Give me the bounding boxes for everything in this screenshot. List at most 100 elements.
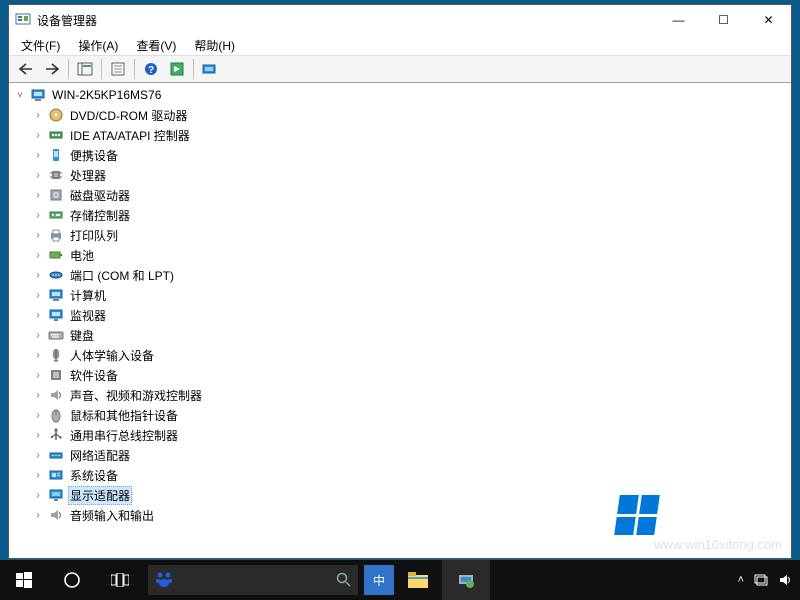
system-icon (48, 467, 64, 483)
expand-icon[interactable]: › (31, 168, 45, 182)
expand-icon[interactable]: › (31, 468, 45, 482)
expand-icon[interactable]: › (31, 408, 45, 422)
usb-icon (48, 427, 64, 443)
toolbar-separator (134, 59, 135, 79)
node-label: 磁盘驱动器 (68, 186, 132, 205)
tree-node[interactable]: ›网络适配器 (31, 445, 791, 465)
computer-icon (30, 87, 46, 103)
expand-icon[interactable]: › (31, 128, 45, 142)
root-label: WIN-2K5KP16MS76 (50, 87, 163, 103)
tree-node[interactable]: › 声音、视频和游戏控制器 (31, 385, 791, 405)
toolbar: ? (9, 55, 791, 83)
minimize-button[interactable]: — (656, 5, 701, 35)
node-label: 键盘 (68, 326, 96, 345)
tree-node[interactable]: ›软件设备 (31, 365, 791, 385)
file-explorer-taskbar-button[interactable] (394, 560, 442, 600)
system-tray[interactable]: ˄ (738, 573, 800, 587)
menu-help[interactable]: 帮助(H) (186, 35, 243, 56)
menu-action[interactable]: 操作(A) (70, 35, 126, 56)
menu-file[interactable]: 文件(F) (13, 35, 68, 56)
maximize-button[interactable]: ☐ (701, 5, 746, 35)
portable-icon (48, 147, 64, 163)
tree-node[interactable]: › 存储控制器 (31, 205, 791, 225)
network-icon[interactable] (754, 573, 768, 587)
keyboard-icon (48, 327, 64, 343)
start-button[interactable] (0, 560, 48, 600)
node-label: 计算机 (68, 286, 108, 305)
expand-icon[interactable]: › (31, 348, 45, 362)
properties-button[interactable] (106, 58, 130, 80)
task-view-button[interactable] (96, 560, 144, 600)
expand-icon[interactable]: › (31, 148, 45, 162)
expand-icon[interactable]: › (31, 488, 45, 502)
toolbar-separator (193, 59, 194, 79)
tree-node[interactable]: ›DVD/CD-ROM 驱动器 (31, 105, 791, 125)
back-button[interactable] (14, 58, 38, 80)
tree-node[interactable]: ›便携设备 (31, 145, 791, 165)
expand-icon[interactable]: › (31, 108, 45, 122)
expand-icon[interactable]: › (31, 328, 45, 342)
toolbar-separator (68, 59, 69, 79)
collapse-icon[interactable]: ˅ (13, 88, 27, 102)
tree-node[interactable]: › 键盘 (31, 325, 791, 345)
ide-icon (48, 127, 64, 143)
cortana-button[interactable] (48, 560, 96, 600)
taskbar-search[interactable] (148, 565, 358, 595)
tree-node[interactable]: › 计算机 (31, 285, 791, 305)
expand-icon[interactable]: › (31, 388, 45, 402)
close-button[interactable]: ✕ (746, 5, 791, 35)
device-manager-taskbar-button[interactable] (442, 560, 490, 600)
watermark: Win10之家 www.win10xitong.com (617, 495, 782, 552)
window-controls: — ☐ ✕ (656, 5, 791, 35)
software-icon (48, 367, 64, 383)
tray-chevron-icon[interactable]: ˄ (738, 574, 744, 586)
scan-hardware-button[interactable] (198, 58, 222, 80)
node-label: 存储控制器 (68, 206, 132, 225)
menu-view[interactable]: 查看(V) (128, 35, 184, 56)
tree-root-node[interactable]: ˅ WIN-2K5KP16MS76 (13, 85, 791, 105)
expand-icon[interactable]: › (31, 368, 45, 382)
watermark-brand: Win10 (663, 499, 742, 530)
watermark-url: www.win10xitong.com (617, 537, 782, 552)
tree-node[interactable]: ›打印队列 (31, 225, 791, 245)
forward-button[interactable] (40, 58, 64, 80)
search-icon (336, 572, 352, 588)
dvd-icon (48, 107, 64, 123)
help-button[interactable]: ? (139, 58, 163, 80)
node-label: 音频输入和输出 (68, 506, 156, 525)
device-tree[interactable]: ˅ WIN-2K5KP16MS76 ›DVD/CD-ROM 驱动器›IDE AT… (9, 83, 791, 558)
svg-text:?: ? (148, 65, 154, 76)
tree-node[interactable]: ›鼠标和其他指针设备 (31, 405, 791, 425)
tree-node[interactable]: ›处理器 (31, 165, 791, 185)
ime-indicator[interactable]: 中 (364, 565, 394, 595)
expand-icon[interactable]: › (31, 228, 45, 242)
tree-node[interactable]: ›监视器 (31, 305, 791, 325)
expand-icon[interactable]: › (31, 448, 45, 462)
expand-icon[interactable]: › (31, 248, 45, 262)
baidu-icon (154, 570, 174, 590)
menubar: 文件(F) 操作(A) 查看(V) 帮助(H) (9, 35, 791, 55)
node-label: 电池 (68, 246, 96, 265)
tree-node[interactable]: › 磁盘驱动器 (31, 185, 791, 205)
sound-icon (48, 387, 64, 403)
tree-node[interactable]: ›IDE ATA/ATAPI 控制器 (31, 125, 791, 145)
expand-icon[interactable]: › (31, 288, 45, 302)
tree-node[interactable]: ›人体学输入设备 (31, 345, 791, 365)
expand-icon[interactable]: › (31, 268, 45, 282)
audio-icon (48, 507, 64, 523)
tree-node[interactable]: ›通用串行总线控制器 (31, 425, 791, 445)
windows-logo-icon (614, 495, 660, 535)
expand-icon[interactable]: › (31, 308, 45, 322)
node-label: 声音、视频和游戏控制器 (68, 386, 204, 405)
volume-icon[interactable] (778, 573, 792, 587)
tree-node[interactable]: ›系统设备 (31, 465, 791, 485)
expand-icon[interactable]: › (31, 208, 45, 222)
tree-node[interactable]: › 电池 (31, 245, 791, 265)
expand-icon[interactable]: › (31, 428, 45, 442)
expand-icon[interactable]: › (31, 188, 45, 202)
titlebar[interactable]: 设备管理器 — ☐ ✕ (9, 5, 791, 35)
action-button[interactable] (165, 58, 189, 80)
expand-icon[interactable]: › (31, 508, 45, 522)
tree-node[interactable]: ›端口 (COM 和 LPT) (31, 265, 791, 285)
show-hide-tree-button[interactable] (73, 58, 97, 80)
